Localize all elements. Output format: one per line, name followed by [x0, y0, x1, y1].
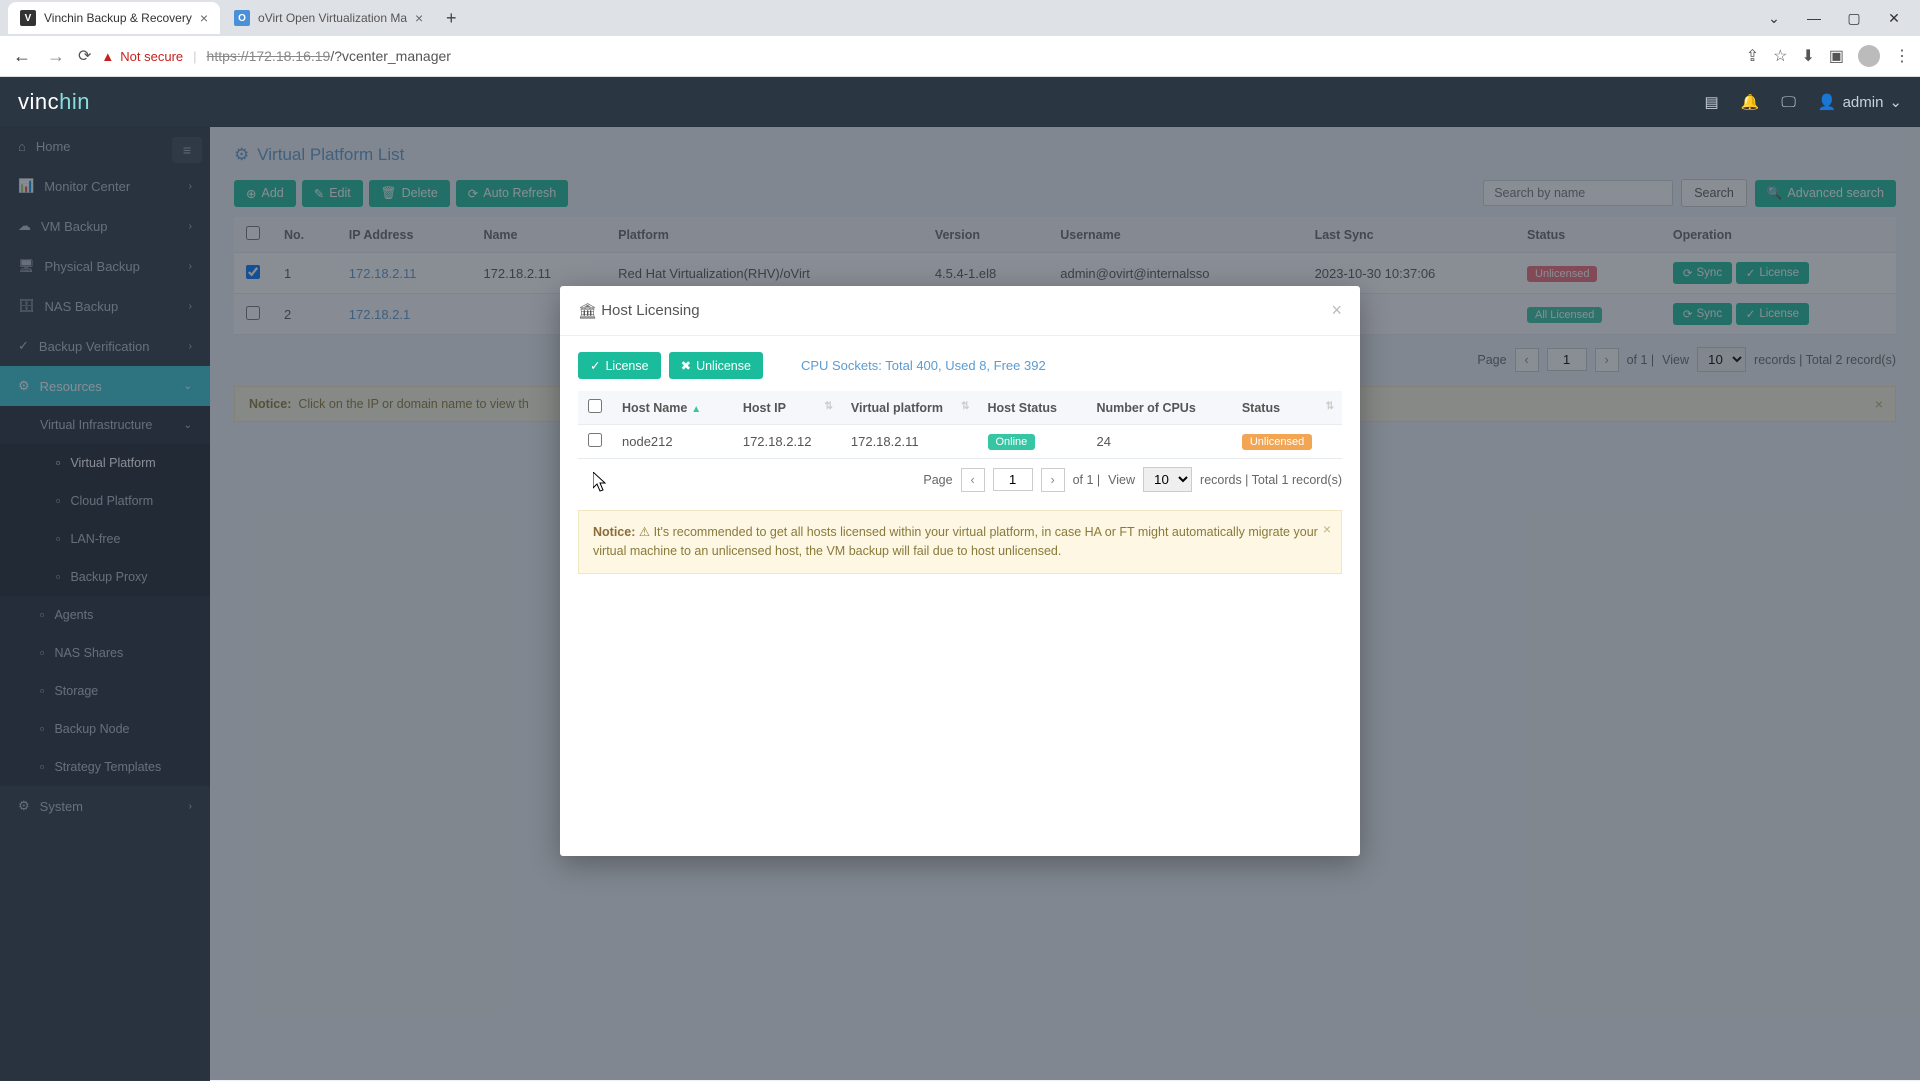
col-hoststatus[interactable]: Host Status: [978, 391, 1087, 425]
chevron-down-icon: ⌄: [1889, 93, 1902, 111]
menu-icon[interactable]: ⋮: [1894, 46, 1910, 66]
user-icon: 👤: [1818, 93, 1837, 111]
status-badge: Online: [988, 434, 1036, 450]
close-icon[interactable]: ×: [200, 10, 208, 26]
cell: 24: [1086, 425, 1231, 459]
check-icon: ✓: [590, 358, 600, 373]
chevron-down-icon[interactable]: ⌄: [1756, 4, 1792, 32]
modal-title: Host Licensing: [601, 302, 699, 319]
page-input[interactable]: [993, 468, 1033, 491]
browser-tab-active[interactable]: V Vinchin Backup & Recovery ×: [8, 2, 220, 34]
modal-header: 🏛 Host Licensing ×: [560, 286, 1360, 336]
security-indicator[interactable]: ▲ Not secure: [101, 49, 183, 64]
status-badge: Unlicensed: [1242, 434, 1312, 450]
close-icon[interactable]: ×: [1323, 519, 1331, 540]
reload-icon[interactable]: ⟳: [78, 46, 91, 66]
back-icon[interactable]: ←: [10, 46, 34, 67]
favicon: V: [20, 10, 36, 26]
star-icon[interactable]: ☆: [1773, 46, 1787, 66]
brand-logo: vinchin: [18, 89, 90, 115]
col-cpus[interactable]: Number of CPUs: [1086, 391, 1231, 425]
license-icon: 🏛: [578, 302, 597, 320]
close-icon[interactable]: ×: [1331, 300, 1342, 321]
browser-chrome: V Vinchin Backup & Recovery × O oVirt Op…: [0, 0, 1920, 77]
modal-pager: Page ‹ › of 1 | View 10 records | Total …: [578, 467, 1342, 492]
favicon: O: [234, 10, 250, 26]
tab-title: Vinchin Backup & Recovery: [44, 11, 192, 25]
browser-tab-inactive[interactable]: O oVirt Open Virtualization Ma ×: [222, 2, 435, 34]
prev-page-button[interactable]: ‹: [961, 468, 985, 492]
close-icon[interactable]: ×: [415, 10, 423, 26]
pager-of: of 1 |: [1073, 473, 1101, 487]
next-page-button[interactable]: ›: [1041, 468, 1065, 492]
warning-icon: ⚠: [639, 525, 650, 539]
modal-toolbar: ✓ License ✖ Unlicense CPU Sockets: Total 4…: [578, 352, 1342, 379]
sort-icon: ⇅: [1326, 401, 1334, 412]
btn-label: License: [605, 359, 648, 373]
cell: node212: [612, 425, 733, 459]
window-controls: ⌄ — ▢ ✕: [1756, 4, 1912, 32]
x-icon: ✖: [681, 358, 691, 373]
row-checkbox[interactable]: [588, 433, 602, 447]
warning-icon: ▲: [101, 49, 114, 64]
col-hostname[interactable]: Host Name▲: [612, 391, 733, 425]
notice-label: Notice:: [593, 525, 635, 539]
forward-icon: →: [44, 46, 68, 67]
sort-icon: ⇅: [824, 401, 832, 412]
notice-text: It's recommended to get all hosts licens…: [593, 525, 1318, 558]
user-menu[interactable]: 👤 admin ⌄: [1818, 93, 1902, 111]
screen-icon[interactable]: 🖵: [1781, 94, 1795, 111]
share-icon[interactable]: ⇪: [1746, 46, 1759, 66]
address-bar: ← → ⟳ ▲ Not secure | https://172.18.16.1…: [0, 36, 1920, 76]
pager-label: Page: [923, 473, 952, 487]
btn-label: Unlicense: [696, 359, 751, 373]
bell-icon[interactable]: 🔔: [1741, 93, 1760, 111]
tab-bar: V Vinchin Backup & Recovery × O oVirt Op…: [0, 0, 1920, 36]
close-window-icon[interactable]: ✕: [1876, 4, 1912, 32]
table-row: node212 172.18.2.12 172.18.2.11 Online 2…: [578, 425, 1342, 459]
license-button[interactable]: ✓ License: [578, 352, 661, 379]
url-display[interactable]: https://172.18.16.19/?vcenter_manager: [207, 48, 451, 64]
list-icon[interactable]: ▤: [1705, 93, 1719, 111]
modal-notice: Notice: ⚠ It's recommended to get all ho…: [578, 510, 1342, 574]
pager-records: records | Total 1 record(s): [1200, 473, 1342, 487]
cpu-sockets-info: CPU Sockets: Total 400, Used 8, Free 392: [801, 358, 1046, 373]
host-table: Host Name▲ Host IP⇅ Virtual platform⇅ Ho…: [578, 391, 1342, 459]
col-status[interactable]: Status⇅: [1232, 391, 1342, 425]
app-topbar: vinchin ▤ 🔔 🖵 👤 admin ⌄: [0, 77, 1920, 127]
unlicense-button[interactable]: ✖ Unlicense: [669, 352, 763, 379]
new-tab-button[interactable]: +: [437, 8, 465, 29]
col-vp[interactable]: Virtual platform⇅: [841, 391, 978, 425]
cell: 172.18.2.11: [841, 425, 978, 459]
download-icon[interactable]: ⬇: [1801, 46, 1814, 66]
sort-asc-icon: ▲: [691, 404, 701, 415]
tab-title: oVirt Open Virtualization Ma: [258, 11, 407, 25]
panel-icon[interactable]: ▣: [1829, 46, 1844, 66]
sort-icon: ⇅: [961, 401, 969, 412]
cell: 172.18.2.12: [733, 425, 841, 459]
security-label: Not secure: [120, 49, 183, 64]
page-size-select[interactable]: 10: [1143, 467, 1192, 492]
modal-backdrop[interactable]: 🏛 Host Licensing × ✓ License ✖ Unlicense C…: [0, 126, 1920, 1080]
minimize-icon[interactable]: —: [1796, 4, 1832, 32]
col-hostip[interactable]: Host IP⇅: [733, 391, 841, 425]
addr-right: ⇪ ☆ ⬇ ▣ ⋮: [1746, 45, 1910, 67]
maximize-icon[interactable]: ▢: [1836, 4, 1872, 32]
select-all-checkbox[interactable]: [588, 399, 602, 413]
host-licensing-modal: 🏛 Host Licensing × ✓ License ✖ Unlicense C…: [560, 286, 1360, 856]
profile-avatar[interactable]: [1858, 45, 1880, 67]
pager-view-label: View: [1108, 473, 1135, 487]
user-name: admin: [1843, 94, 1884, 111]
